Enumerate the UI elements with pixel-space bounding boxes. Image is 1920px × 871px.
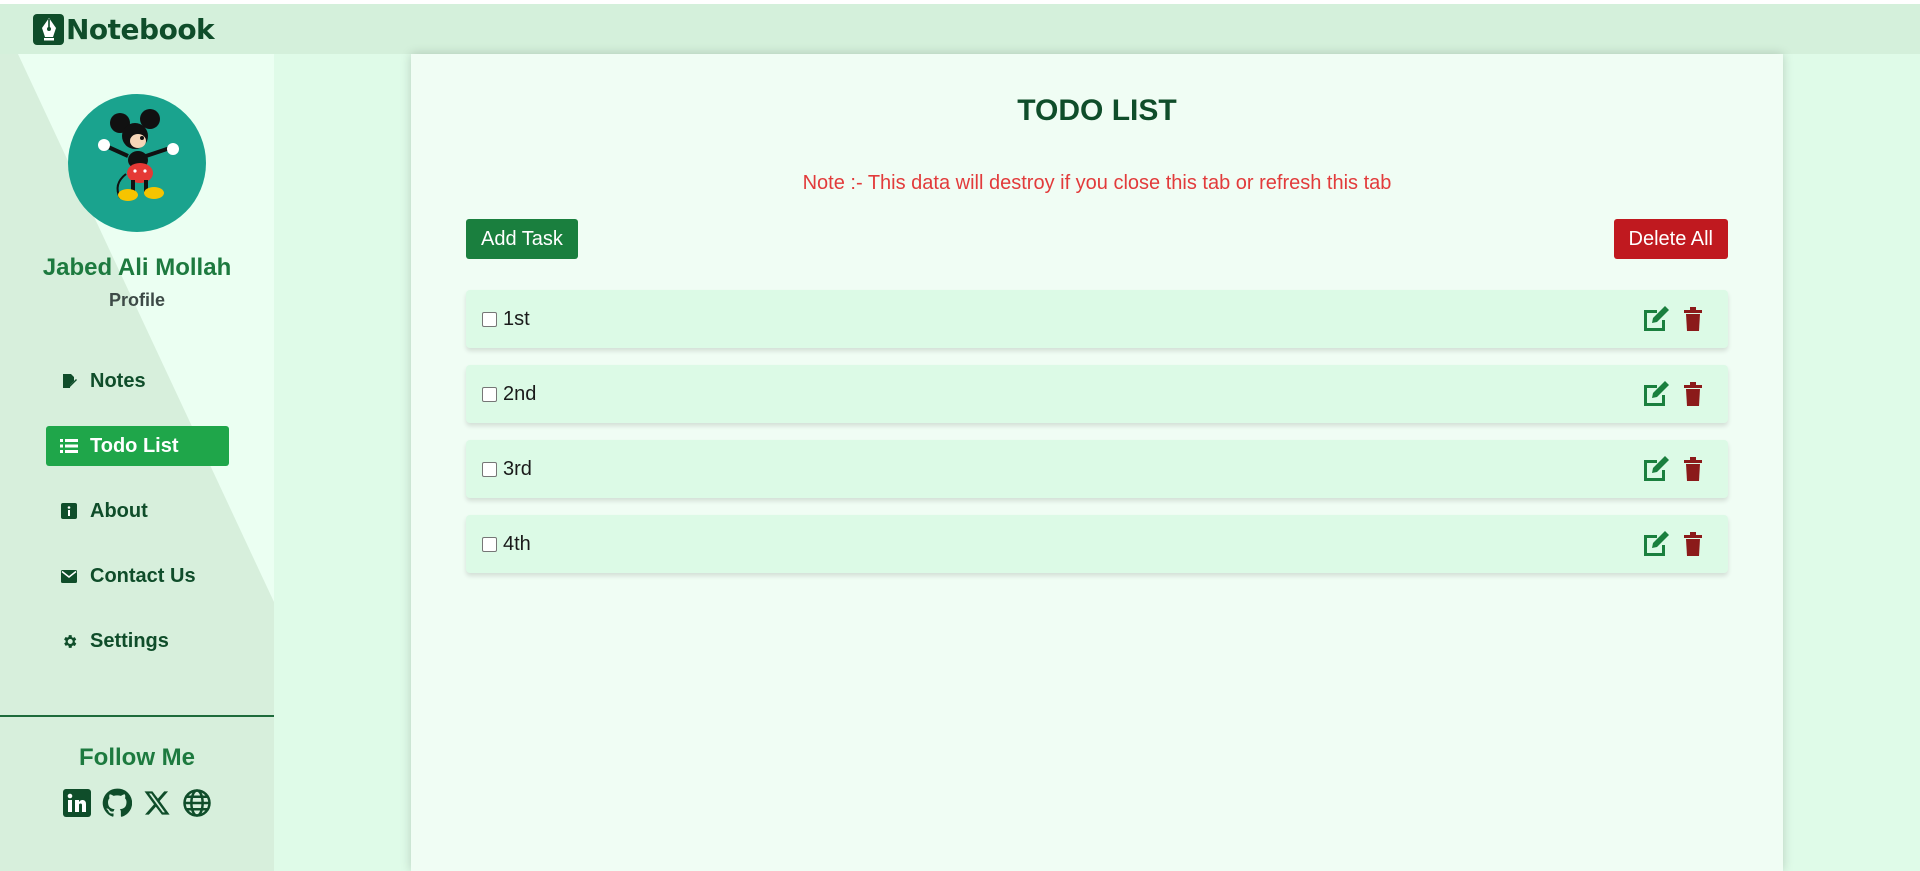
trash-icon[interactable] bbox=[1684, 306, 1702, 331]
brand[interactable]: Notebook bbox=[33, 12, 215, 46]
task-label: 1st bbox=[503, 307, 530, 330]
page: Jabed Ali Mollah Profile Notes Todo List… bbox=[0, 54, 1920, 871]
social-links bbox=[62, 788, 212, 818]
task-item: 2nd bbox=[466, 365, 1728, 423]
task-actions bbox=[1642, 380, 1702, 407]
trash-icon[interactable] bbox=[1684, 456, 1702, 481]
page-title: TODO LIST bbox=[1017, 94, 1177, 127]
info-icon bbox=[60, 502, 78, 520]
sidebar-item-about[interactable]: About bbox=[46, 491, 229, 531]
list-icon bbox=[60, 437, 78, 455]
globe-icon[interactable] bbox=[182, 788, 212, 818]
sidebar-item-label: Notes bbox=[90, 369, 146, 392]
warning-note: Note :- This data will destroy if you cl… bbox=[802, 172, 1392, 194]
edit-icon[interactable] bbox=[1642, 380, 1672, 407]
follow-title: Follow Me bbox=[79, 744, 195, 771]
edit-icon[interactable] bbox=[1642, 455, 1672, 482]
task-checkbox[interactable] bbox=[482, 386, 497, 402]
add-task-button[interactable]: Add Task bbox=[466, 219, 578, 259]
task-checkbox[interactable] bbox=[482, 536, 497, 552]
todo-panel: TODO LIST Note :- This data will destroy… bbox=[411, 54, 1783, 871]
user-name: Jabed Ali Mollah bbox=[42, 254, 232, 281]
task-checkbox[interactable] bbox=[482, 461, 497, 477]
github-icon[interactable] bbox=[102, 788, 132, 818]
task-item: 1st bbox=[466, 290, 1728, 348]
task-actions bbox=[1642, 530, 1702, 557]
delete-all-button[interactable]: Delete All bbox=[1613, 219, 1728, 259]
sidebar-item-notes[interactable]: Notes bbox=[46, 361, 229, 401]
task-label: 4th bbox=[503, 532, 531, 555]
envelope-icon bbox=[60, 567, 78, 585]
sidebar-item-label: About bbox=[90, 499, 148, 522]
linkedin-icon[interactable] bbox=[62, 788, 92, 818]
task-item: 3rd bbox=[466, 440, 1728, 498]
trash-icon[interactable] bbox=[1684, 381, 1702, 406]
sidebar-item-label: Todo List bbox=[90, 434, 179, 457]
sidebar-item-contact-us[interactable]: Contact Us bbox=[46, 556, 229, 596]
edit-icon[interactable] bbox=[1642, 530, 1672, 557]
top-bar: Notebook bbox=[0, 4, 1920, 54]
task-label: 2nd bbox=[503, 382, 537, 405]
trash-icon[interactable] bbox=[1684, 531, 1702, 556]
task-item: 4th bbox=[466, 515, 1728, 573]
pen-nib-icon bbox=[33, 13, 64, 45]
profile-link[interactable]: Profile bbox=[0, 290, 274, 311]
x-icon[interactable] bbox=[142, 788, 172, 818]
note-edit-icon bbox=[60, 372, 78, 390]
task-checkbox[interactable] bbox=[482, 311, 497, 327]
sidebar-item-label: Settings bbox=[90, 629, 169, 652]
sidebar-item-label: Contact Us bbox=[90, 564, 196, 587]
gear-icon bbox=[60, 632, 78, 650]
sidebar-item-settings[interactable]: Settings bbox=[46, 621, 229, 661]
sidebar-divider bbox=[0, 715, 274, 717]
task-label: 3rd bbox=[503, 457, 532, 480]
sidebar-item-todo-list[interactable]: Todo List bbox=[46, 426, 229, 466]
task-actions bbox=[1642, 305, 1702, 332]
task-actions bbox=[1642, 455, 1702, 482]
sidebar: Jabed Ali Mollah Profile Notes Todo List… bbox=[0, 54, 274, 871]
edit-icon[interactable] bbox=[1642, 305, 1672, 332]
brand-name: Notebook bbox=[66, 12, 215, 46]
avatar[interactable] bbox=[68, 94, 206, 232]
